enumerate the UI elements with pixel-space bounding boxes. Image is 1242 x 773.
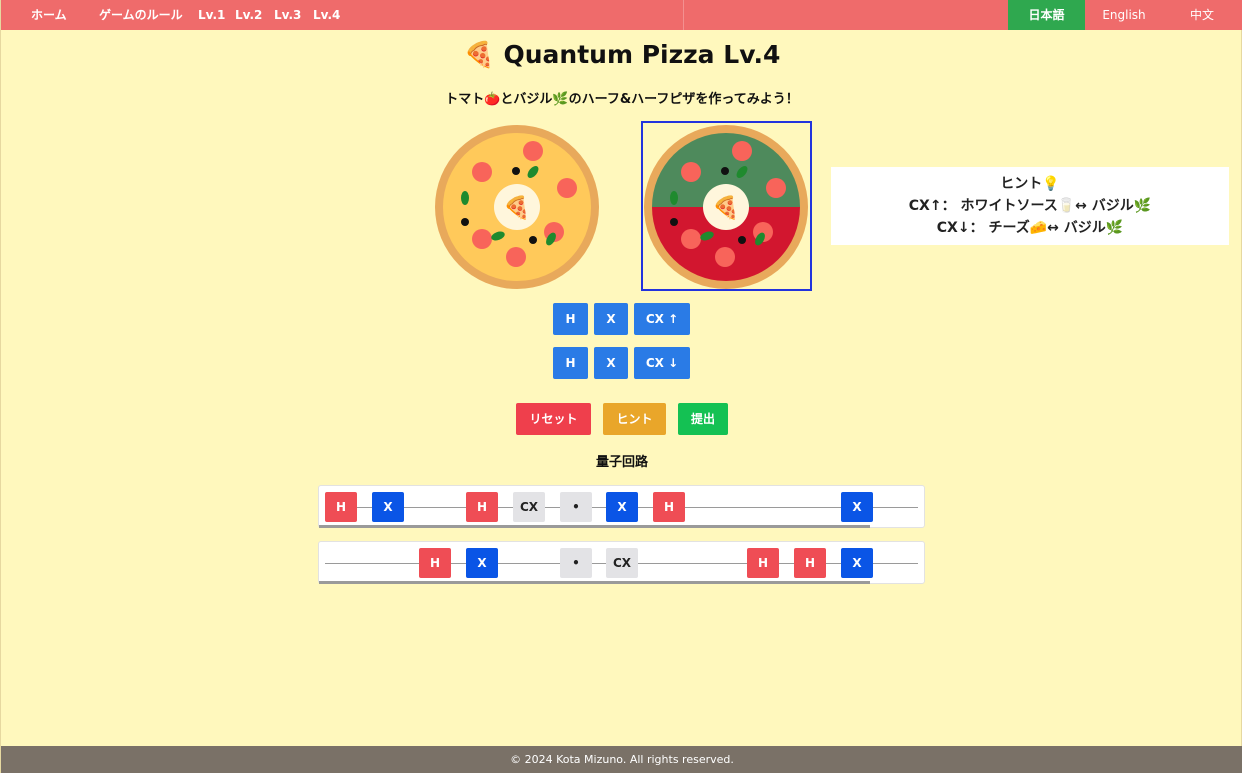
current-pizza: 🍕 bbox=[435, 125, 599, 289]
circuit-gate-h[interactable]: H bbox=[466, 492, 498, 522]
page-title: 🍕 Quantum Pizza Lv.4 bbox=[463, 40, 781, 69]
lang-japanese[interactable]: 日本語 bbox=[1008, 0, 1085, 30]
circuit-gate-x[interactable]: X bbox=[466, 548, 498, 578]
horizontal-scrollbar[interactable] bbox=[319, 525, 870, 528]
lang-english[interactable]: English bbox=[1088, 0, 1160, 30]
nav-lv1[interactable]: Lv.1 bbox=[198, 0, 225, 30]
circuit-gate-x[interactable]: X bbox=[841, 548, 873, 578]
circuit-gate-x[interactable]: X bbox=[841, 492, 873, 522]
circuit-gate-h[interactable]: H bbox=[419, 548, 451, 578]
circuit-gate-h[interactable]: H bbox=[653, 492, 685, 522]
reset-button[interactable]: リセット bbox=[516, 403, 591, 435]
circuit-gate-cx[interactable]: CX bbox=[513, 492, 545, 522]
circuit-gate-control[interactable]: • bbox=[560, 492, 592, 522]
top-nav: ホーム ゲームのルール Lv.1 Lv.2 Lv.3 Lv.4 日本語 Engl… bbox=[1, 0, 1242, 30]
footer: © 2024 Kota Mizuno. All rights reserved. bbox=[1, 746, 1242, 773]
pizza-slice-icon: 🍕 bbox=[503, 195, 530, 221]
circuit-title: 量子回路 bbox=[595, 455, 648, 470]
nav-lv3[interactable]: Lv.3 bbox=[274, 0, 301, 30]
nav-rules[interactable]: ゲームのルール bbox=[99, 0, 183, 30]
circuit-gate-h[interactable]: H bbox=[325, 492, 357, 522]
hint-line-cx-down: CX↓： チーズ🧀↔ バジル🌿 bbox=[936, 220, 1124, 236]
horizontal-scrollbar[interactable] bbox=[319, 581, 870, 584]
qubit-line-top: H X H CX • X H X bbox=[318, 485, 925, 528]
circuit-gate-x[interactable]: X bbox=[372, 492, 404, 522]
nav-lv4[interactable]: Lv.4 bbox=[313, 0, 340, 30]
circuit-gate-h[interactable]: H bbox=[794, 548, 826, 578]
hint-box: ヒント💡 CX↑： ホワイトソース🥛↔ バジル🌿 CX↓： チーズ🧀↔ バジル🌿 bbox=[831, 167, 1229, 245]
gate-x-button-bottom[interactable]: X bbox=[594, 347, 628, 379]
circuit-gate-control[interactable]: • bbox=[560, 548, 592, 578]
pizza-slice-icon: 🍕 bbox=[712, 195, 739, 221]
instruction-text: トマト🍅とバジル🌿のハーフ&ハーフピザを作ってみよう！ bbox=[445, 92, 799, 107]
circuit-gate-cx[interactable]: CX bbox=[606, 548, 638, 578]
submit-button[interactable]: 提出 bbox=[678, 403, 728, 435]
circuit-gate-h[interactable]: H bbox=[747, 548, 779, 578]
hint-button[interactable]: ヒント bbox=[603, 403, 666, 435]
gate-h-button-bottom[interactable]: H bbox=[553, 347, 588, 379]
nav-lv2[interactable]: Lv.2 bbox=[235, 0, 262, 30]
hint-title: ヒント💡 bbox=[1000, 176, 1060, 192]
hint-line-cx-up: CX↑： ホワイトソース🥛↔ バジル🌿 bbox=[908, 198, 1152, 214]
gate-cx-up-button[interactable]: CX ↑ bbox=[634, 303, 690, 335]
nav-home[interactable]: ホーム bbox=[31, 0, 67, 30]
gate-cx-down-button[interactable]: CX ↓ bbox=[634, 347, 690, 379]
gate-h-button-top[interactable]: H bbox=[553, 303, 588, 335]
target-pizza: 🍕 bbox=[644, 125, 808, 289]
qubit-line-bottom: H X • CX H H X bbox=[318, 541, 925, 584]
circuit-gate-x[interactable]: X bbox=[606, 492, 638, 522]
gate-x-button-top[interactable]: X bbox=[594, 303, 628, 335]
nav-divider bbox=[683, 0, 684, 30]
lang-chinese[interactable]: 中文 bbox=[1169, 0, 1235, 30]
